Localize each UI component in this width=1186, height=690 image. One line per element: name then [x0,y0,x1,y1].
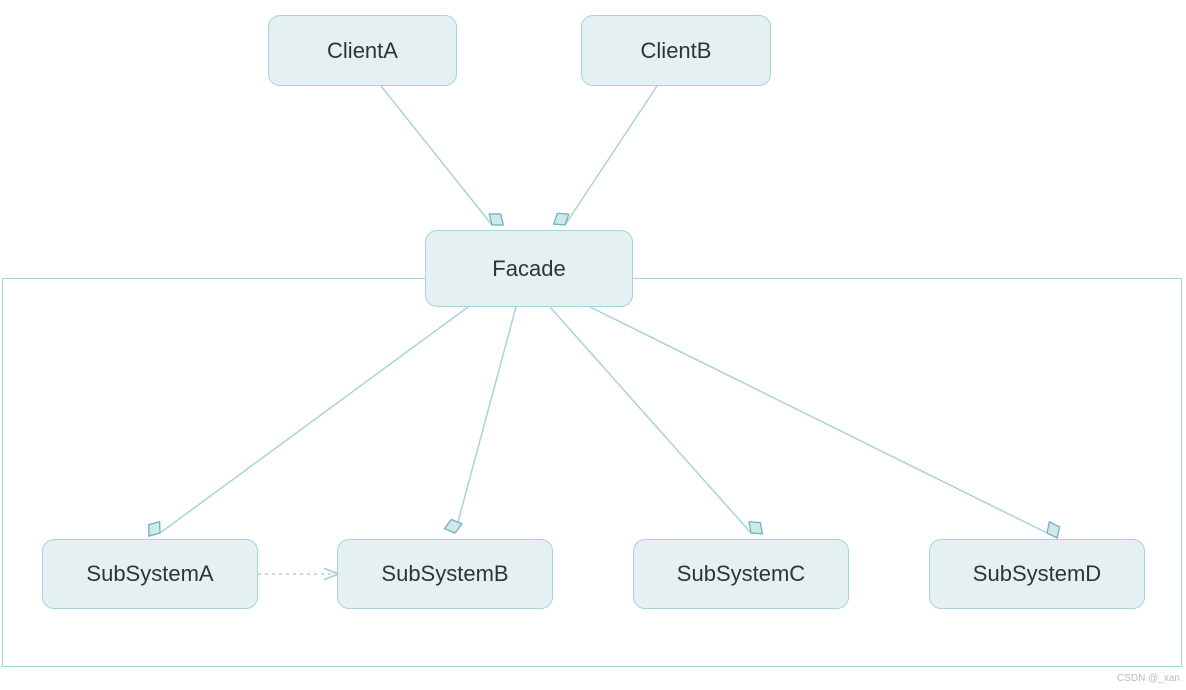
node-label: Facade [492,256,565,282]
node-subsystem-d: SubSystemD [929,539,1145,609]
aggregation-diamond-icon [485,208,508,230]
node-label: SubSystemD [973,561,1101,587]
node-label: SubSystemB [381,561,508,587]
node-label: ClientB [641,38,712,64]
aggregation-diamond-icon [550,208,573,230]
node-client-a: ClientA [268,15,457,86]
node-label: SubSystemC [677,561,805,587]
node-subsystem-c: SubSystemC [633,539,849,609]
node-label: ClientA [327,38,398,64]
edge-clienta-facade [381,86,492,225]
edge-clientb-facade [565,86,657,225]
node-subsystem-b: SubSystemB [337,539,553,609]
node-facade: Facade [425,230,633,307]
node-subsystem-a: SubSystemA [42,539,258,609]
node-client-b: ClientB [581,15,771,86]
node-label: SubSystemA [86,561,213,587]
watermark: CSDN @_xan [1117,673,1180,684]
